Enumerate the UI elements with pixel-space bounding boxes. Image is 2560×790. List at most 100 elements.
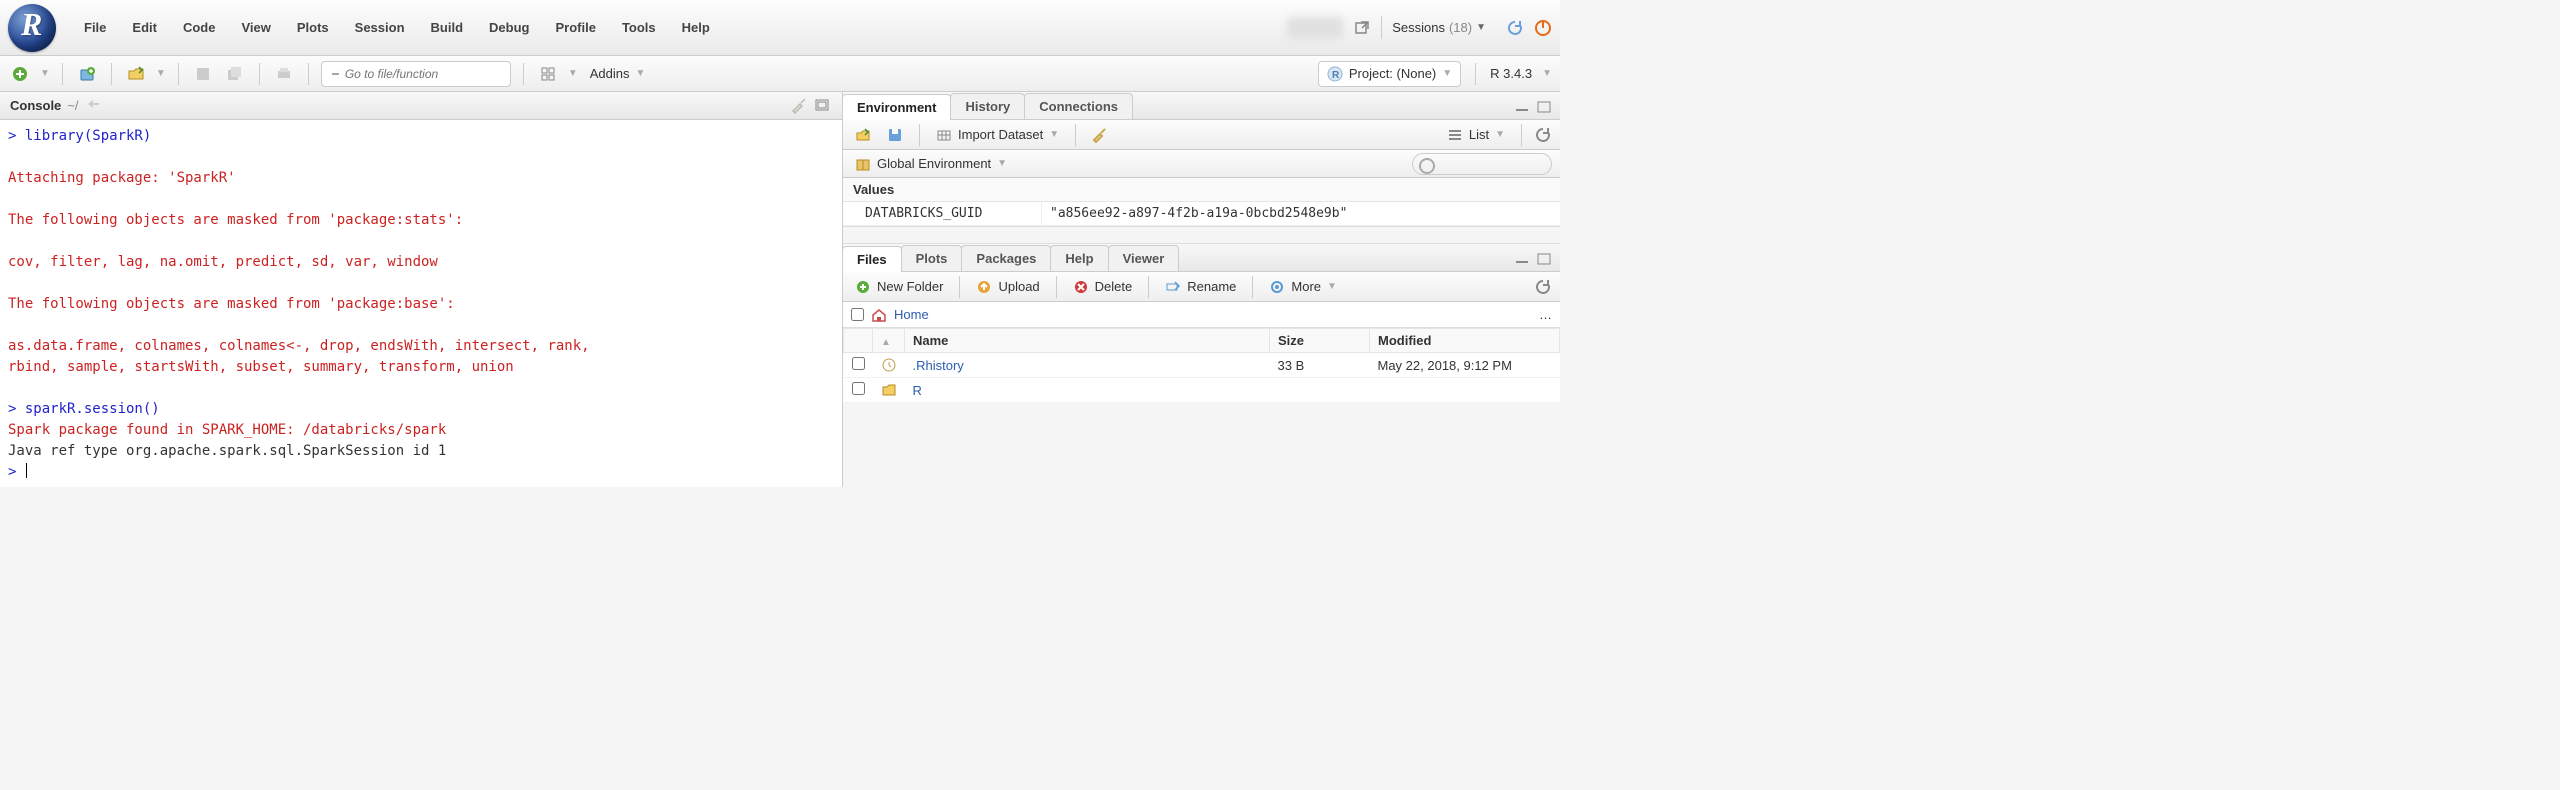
open-file-button[interactable] xyxy=(124,62,148,86)
environment-scope-button[interactable]: Global Environment ▼ xyxy=(851,154,1011,174)
minimize-icon[interactable] xyxy=(1514,251,1530,267)
file-name[interactable]: R xyxy=(913,383,922,398)
col-size[interactable]: Size xyxy=(1270,329,1370,353)
tab-packages[interactable]: Packages xyxy=(961,245,1051,271)
file-size xyxy=(1270,378,1370,403)
new-file-button[interactable] xyxy=(8,62,32,86)
load-workspace-button[interactable] xyxy=(851,123,875,147)
broom-icon[interactable] xyxy=(790,97,808,115)
history-file-icon xyxy=(881,357,897,373)
env-row[interactable]: DATABRICKS_GUID "a856ee92-a897-4f2b-a19a… xyxy=(843,202,1560,226)
menu-session[interactable]: Session xyxy=(345,14,415,41)
sessions-button[interactable]: Sessions (18) ▼ xyxy=(1381,16,1496,39)
upload-icon xyxy=(976,279,992,295)
menu-profile[interactable]: Profile xyxy=(545,14,605,41)
tab-history[interactable]: History xyxy=(950,93,1025,119)
goto-input[interactable] xyxy=(345,67,502,81)
menu-plots[interactable]: Plots xyxy=(287,14,339,41)
refresh-icon[interactable] xyxy=(1534,126,1552,144)
table-row[interactable]: .Rhistory33 BMay 22, 2018, 9:12 PM xyxy=(844,353,1560,378)
select-all-checkbox[interactable] xyxy=(851,308,864,321)
delete-button[interactable]: Delete xyxy=(1069,277,1137,297)
svg-text:R: R xyxy=(1332,70,1340,81)
delete-icon xyxy=(1073,279,1089,295)
console-line: Java ref type org.apache.spark.sql.Spark… xyxy=(8,443,446,459)
home-icon[interactable] xyxy=(870,306,888,324)
row-checkbox[interactable] xyxy=(852,357,865,370)
chevron-down-icon[interactable]: ▼ xyxy=(40,68,50,79)
tab-viewer[interactable]: Viewer xyxy=(1108,245,1180,271)
list-label: List xyxy=(1469,127,1489,142)
refresh-session-icon[interactable] xyxy=(1506,19,1524,37)
chevron-down-icon[interactable]: ▼ xyxy=(1542,68,1552,79)
menu-help[interactable]: Help xyxy=(672,14,720,41)
menu-tools[interactable]: Tools xyxy=(612,14,666,41)
save-workspace-button[interactable] xyxy=(883,123,907,147)
file-name[interactable]: .Rhistory xyxy=(913,358,964,373)
power-icon[interactable] xyxy=(1534,19,1552,37)
env-search[interactable] xyxy=(1412,153,1552,175)
chevron-down-icon: ▼ xyxy=(1476,22,1486,33)
menu-view[interactable]: View xyxy=(231,14,280,41)
menu-file[interactable]: File xyxy=(74,14,116,41)
breadcrumb-home[interactable]: Home xyxy=(894,307,929,322)
popout-icon[interactable] xyxy=(1353,19,1371,37)
clear-workspace-button[interactable] xyxy=(1088,123,1112,147)
upload-button[interactable]: Upload xyxy=(972,277,1043,297)
grid-view-button[interactable] xyxy=(536,62,560,86)
console-tab[interactable]: Console xyxy=(10,98,61,113)
console-line: Spark package found in SPARK_HOME: /data… xyxy=(8,422,446,438)
save-button[interactable] xyxy=(191,62,215,86)
menu-code[interactable]: Code xyxy=(173,14,226,41)
import-dataset-button[interactable]: Import Dataset ▼ xyxy=(932,125,1063,145)
row-checkbox[interactable] xyxy=(852,382,865,395)
tab-plots[interactable]: Plots xyxy=(901,245,963,271)
more-label: More xyxy=(1291,279,1321,294)
tab-help[interactable]: Help xyxy=(1050,245,1108,271)
save-all-button[interactable] xyxy=(223,62,247,86)
col-name[interactable]: Name xyxy=(905,329,1270,353)
project-button[interactable]: R Project: (None) ▼ xyxy=(1318,61,1461,87)
popout-icon[interactable] xyxy=(85,98,101,114)
new-folder-button[interactable]: New Folder xyxy=(851,277,947,297)
col-modified[interactable]: Modified xyxy=(1370,329,1560,353)
list-view-button[interactable]: List ▼ xyxy=(1443,125,1509,145)
print-button[interactable] xyxy=(272,62,296,86)
console-line: > xyxy=(8,128,25,144)
maximize-icon[interactable] xyxy=(814,97,832,115)
env-search-input[interactable] xyxy=(1437,155,1541,169)
sort-arrow-icon[interactable]: ▲ xyxy=(881,337,891,348)
menu-edit[interactable]: Edit xyxy=(122,14,167,41)
refresh-icon[interactable] xyxy=(1534,278,1552,296)
addins-label: Addins xyxy=(590,66,630,81)
chevron-down-icon[interactable]: ▼ xyxy=(156,68,166,79)
console-line: sparkR.session() xyxy=(25,401,160,417)
console-path: ~/ xyxy=(67,98,78,113)
gear-icon xyxy=(1269,279,1285,295)
tab-files[interactable]: Files xyxy=(842,246,902,272)
console-line: The following objects are masked from 'p… xyxy=(8,212,463,228)
table-row[interactable]: R xyxy=(844,378,1560,403)
tab-environment[interactable]: Environment xyxy=(842,94,951,120)
chevron-down-icon: ▼ xyxy=(1327,281,1337,292)
chevron-down-icon[interactable]: ▼ xyxy=(568,68,578,79)
r-version[interactable]: R 3.4.3 xyxy=(1490,66,1532,81)
maximize-icon[interactable] xyxy=(1536,99,1552,115)
env-section-header: Values xyxy=(843,178,1560,202)
tab-connections[interactable]: Connections xyxy=(1024,93,1133,119)
more-button[interactable]: More ▼ xyxy=(1265,277,1341,297)
new-project-button[interactable] xyxy=(75,62,99,86)
console-line: rbind, sample, startsWith, subset, summa… xyxy=(8,359,514,375)
goto-file-function[interactable] xyxy=(321,61,511,87)
menu-build[interactable]: Build xyxy=(421,14,474,41)
minimize-icon[interactable] xyxy=(1514,99,1530,115)
path-more-button[interactable]: … xyxy=(1539,307,1552,322)
console-line: as.data.frame, colnames, colnames<-, dro… xyxy=(8,338,590,354)
addins-button[interactable]: Addins ▼ xyxy=(586,64,650,83)
maximize-icon[interactable] xyxy=(1536,251,1552,267)
console-output[interactable]: > library(SparkR)Attaching package: 'Spa… xyxy=(0,120,842,487)
console-line: > xyxy=(8,401,25,417)
menu-debug[interactable]: Debug xyxy=(479,14,539,41)
rename-button[interactable]: Rename xyxy=(1161,277,1240,297)
r-project-icon: R xyxy=(1327,66,1343,82)
